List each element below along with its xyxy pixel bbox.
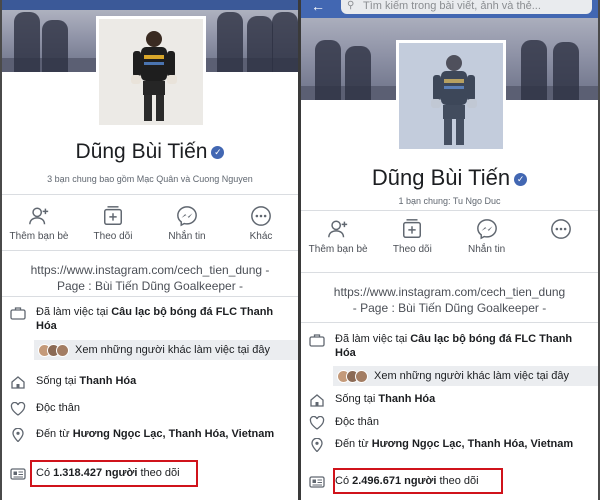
profile-picture[interactable]: [396, 40, 506, 152]
add-friend-button[interactable]: Thêm bạn bè: [304, 218, 372, 255]
relationship-info: Độc thân: [10, 401, 292, 416]
hometown-info: Đến từ Hương Ngọc Lạc, Thanh Hóa, Vietna…: [309, 437, 592, 452]
divider: [301, 210, 598, 211]
work-info: Đã làm việc tại Câu lạc bộ bóng đá FLC T…: [10, 305, 292, 333]
lives-place-link[interactable]: Thanh Hóa: [79, 375, 136, 387]
profile-bio: https://www.instagram.com/cech_tien_dung…: [12, 262, 288, 294]
more-button[interactable]: [527, 218, 595, 255]
add-friend-icon: [328, 220, 348, 238]
more-icon: [251, 206, 271, 226]
avatar: [56, 343, 69, 357]
home-icon: [310, 394, 324, 407]
search-text: Tìm kiếm trong bài viết, ảnh và thẻ...: [363, 0, 541, 12]
profile-picture[interactable]: [96, 16, 206, 128]
bio-line-2: Page : Bùi Tiến Dũng Goalkeeper -: [56, 279, 244, 293]
heart-icon: [309, 416, 325, 430]
followers-card-icon: [309, 476, 325, 488]
avatar: [355, 369, 368, 383]
message-label: Nhắn tin: [468, 244, 506, 255]
lives-info: Sống tại Thanh Hóa: [309, 392, 592, 407]
message-label: Nhắn tin: [168, 231, 206, 242]
more-label: Khác: [249, 231, 273, 242]
followers-highlight-box: [30, 460, 198, 487]
mutual-friends[interactable]: 3 bạn chung bao gồm Mạc Quân và Cuong Ng…: [2, 174, 298, 184]
coworker-avatars: [337, 369, 368, 383]
relationship-status: Độc thân: [335, 416, 380, 428]
profile-name-text: Dũng Bùi Tiến: [371, 165, 511, 190]
divider: [2, 250, 298, 251]
top-nav-bar: [2, 0, 298, 10]
bio-line-1[interactable]: https://www.instagram.com/cech_tien_dung…: [12, 262, 288, 278]
location-pin-icon: [12, 428, 24, 442]
work-prefix: Đã làm việc tại: [36, 306, 112, 318]
hometown-link[interactable]: Hương Ngọc Lạc, Thanh Hóa, Vietnam: [372, 438, 573, 450]
verified-badge-icon: ✓: [211, 146, 225, 159]
message-button[interactable]: Nhắn tin: [153, 205, 221, 242]
add-friend-label: Thêm bạn bè: [308, 244, 368, 255]
work-info: Đã làm việc tại Câu lạc bộ bóng đá FLC T…: [309, 332, 592, 360]
message-button[interactable]: Nhắn tin: [453, 218, 521, 255]
from-prefix: Đến từ: [36, 428, 73, 440]
hometown-link[interactable]: Hương Ngọc Lạc, Thanh Hóa, Vietnam: [73, 428, 274, 440]
see-coworkers-text: Xem những người khác làm việc tại đây: [75, 344, 270, 356]
follow-icon: [104, 206, 122, 225]
profile-panel-right: ← ⚲ Tìm kiếm trong bài viết, ảnh và thẻ.…: [301, 0, 598, 500]
divider: [301, 322, 598, 323]
profile-name: Dũng Bùi Tiến ✓: [301, 165, 598, 191]
briefcase-icon: [309, 334, 325, 347]
see-coworkers-text: Xem những người khác làm việc tại đây: [374, 370, 569, 382]
follow-label: Theo dõi: [392, 244, 432, 255]
location-pin-icon: [311, 438, 323, 452]
coworker-avatars: [38, 343, 69, 357]
follow-button[interactable]: Theo dõi: [378, 218, 446, 255]
mutual-friends[interactable]: 1 bạn chung: Tu Ngo Duc: [301, 196, 598, 206]
messenger-icon: [177, 206, 197, 227]
heart-icon: [10, 402, 26, 416]
see-coworkers-row[interactable]: Xem những người khác làm việc tại đây: [34, 340, 298, 360]
more-icon: [550, 219, 571, 239]
lives-place-link[interactable]: Thanh Hóa: [378, 393, 435, 405]
add-friend-button[interactable]: Thêm bạn bè: [5, 205, 73, 242]
add-friend-label: Thêm bạn bè: [9, 231, 69, 242]
profile-name-text: Dũng Bùi Tiến: [75, 140, 208, 163]
follow-label: Theo dõi: [93, 231, 133, 242]
profile-panel-left: Dũng Bùi Tiến ✓ 3 bạn chung bao gồm Mạc Q…: [2, 0, 298, 500]
divider: [2, 194, 298, 195]
search-icon: ⚲: [347, 0, 355, 11]
verified-badge-icon: ✓: [514, 173, 528, 186]
follow-icon: [403, 219, 422, 238]
back-arrow-icon[interactable]: ←: [311, 0, 325, 14]
work-prefix: Đã làm việc tại: [335, 333, 411, 345]
profile-bio: https://www.instagram.com/cech_tien_dung…: [311, 284, 588, 316]
see-coworkers-row[interactable]: Xem những người khác làm việc tại đây: [333, 366, 598, 386]
add-friend-icon: [29, 207, 49, 225]
briefcase-icon: [10, 307, 26, 320]
bio-line-1[interactable]: https://www.instagram.com/cech_tien_dung: [311, 284, 588, 300]
profile-actions: Thêm bạn bè Theo dõi Nhắn tin: [301, 218, 598, 255]
from-prefix: Đến từ: [335, 438, 372, 450]
bio-line-2: - Page : Bùi Tiến Dũng Goalkeeper -: [352, 301, 547, 315]
goalkeeper-photo: [431, 55, 477, 145]
home-icon: [11, 376, 25, 389]
profile-name: Dũng Bùi Tiến ✓: [2, 140, 298, 164]
relationship-status: Độc thân: [36, 402, 81, 414]
divider: [2, 296, 298, 297]
messenger-icon: [476, 219, 497, 240]
followers-card-icon: [10, 468, 26, 480]
relationship-info: Độc thân: [309, 415, 592, 430]
lives-prefix: Sống tại: [335, 393, 379, 405]
lives-prefix: Sống tại: [36, 375, 80, 387]
divider: [301, 272, 598, 273]
more-button[interactable]: Khác: [227, 205, 295, 242]
lives-info: Sống tại Thanh Hóa: [10, 374, 292, 389]
followers-highlight-box: [333, 468, 503, 494]
search-input[interactable]: ⚲ Tìm kiếm trong bài viết, ảnh và thẻ...: [341, 0, 592, 14]
profile-actions: Thêm bạn bè Theo dõi Nhắn tin Khác: [2, 205, 298, 242]
goalkeeper-photo: [131, 31, 177, 121]
hometown-info: Đến từ Hương Ngọc Lạc, Thanh Hóa, Vietna…: [10, 427, 292, 442]
follow-button[interactable]: Theo dõi: [79, 205, 147, 242]
